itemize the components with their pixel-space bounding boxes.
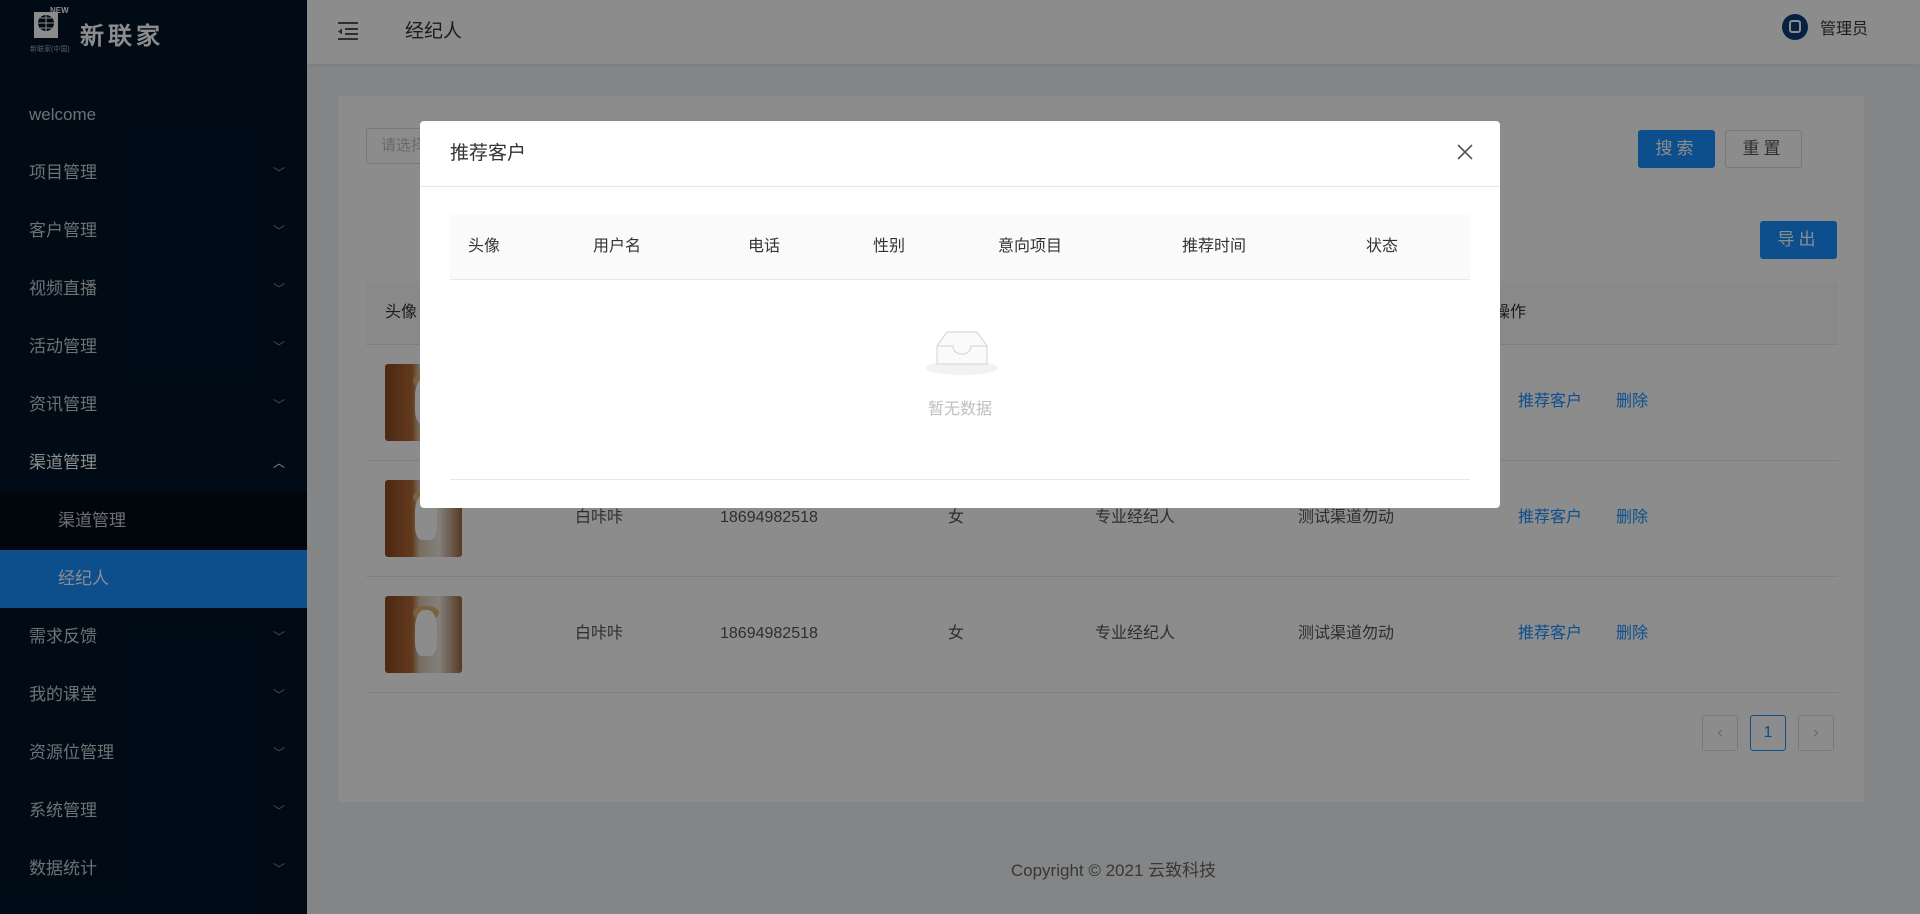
recommend-customers-modal: 推荐客户 头像 用户名 电话 性别 意向项目 推荐时间 状态 暂无数据 bbox=[420, 121, 1500, 508]
column-header-phone: 电话 bbox=[748, 238, 781, 255]
close-icon[interactable] bbox=[1454, 141, 1476, 163]
column-header-username: 用户名 bbox=[593, 238, 642, 255]
modal-table-header: 头像 用户名 电话 性别 意向项目 推荐时间 状态 bbox=[450, 215, 1470, 280]
modal-title: 推荐客户 bbox=[450, 143, 527, 164]
column-header-status: 状态 bbox=[1366, 238, 1399, 255]
modal-header: 推荐客户 bbox=[420, 121, 1500, 187]
empty-text: 暂无数据 bbox=[927, 401, 992, 418]
empty-state: 暂无数据 bbox=[450, 279, 1470, 480]
column-header-intended-project: 意向项目 bbox=[998, 238, 1063, 255]
column-header-recommend-time: 推荐时间 bbox=[1182, 238, 1247, 255]
empty-inbox-icon bbox=[926, 331, 998, 375]
column-header-avatar: 头像 bbox=[468, 238, 501, 255]
column-header-gender: 性别 bbox=[873, 238, 906, 255]
